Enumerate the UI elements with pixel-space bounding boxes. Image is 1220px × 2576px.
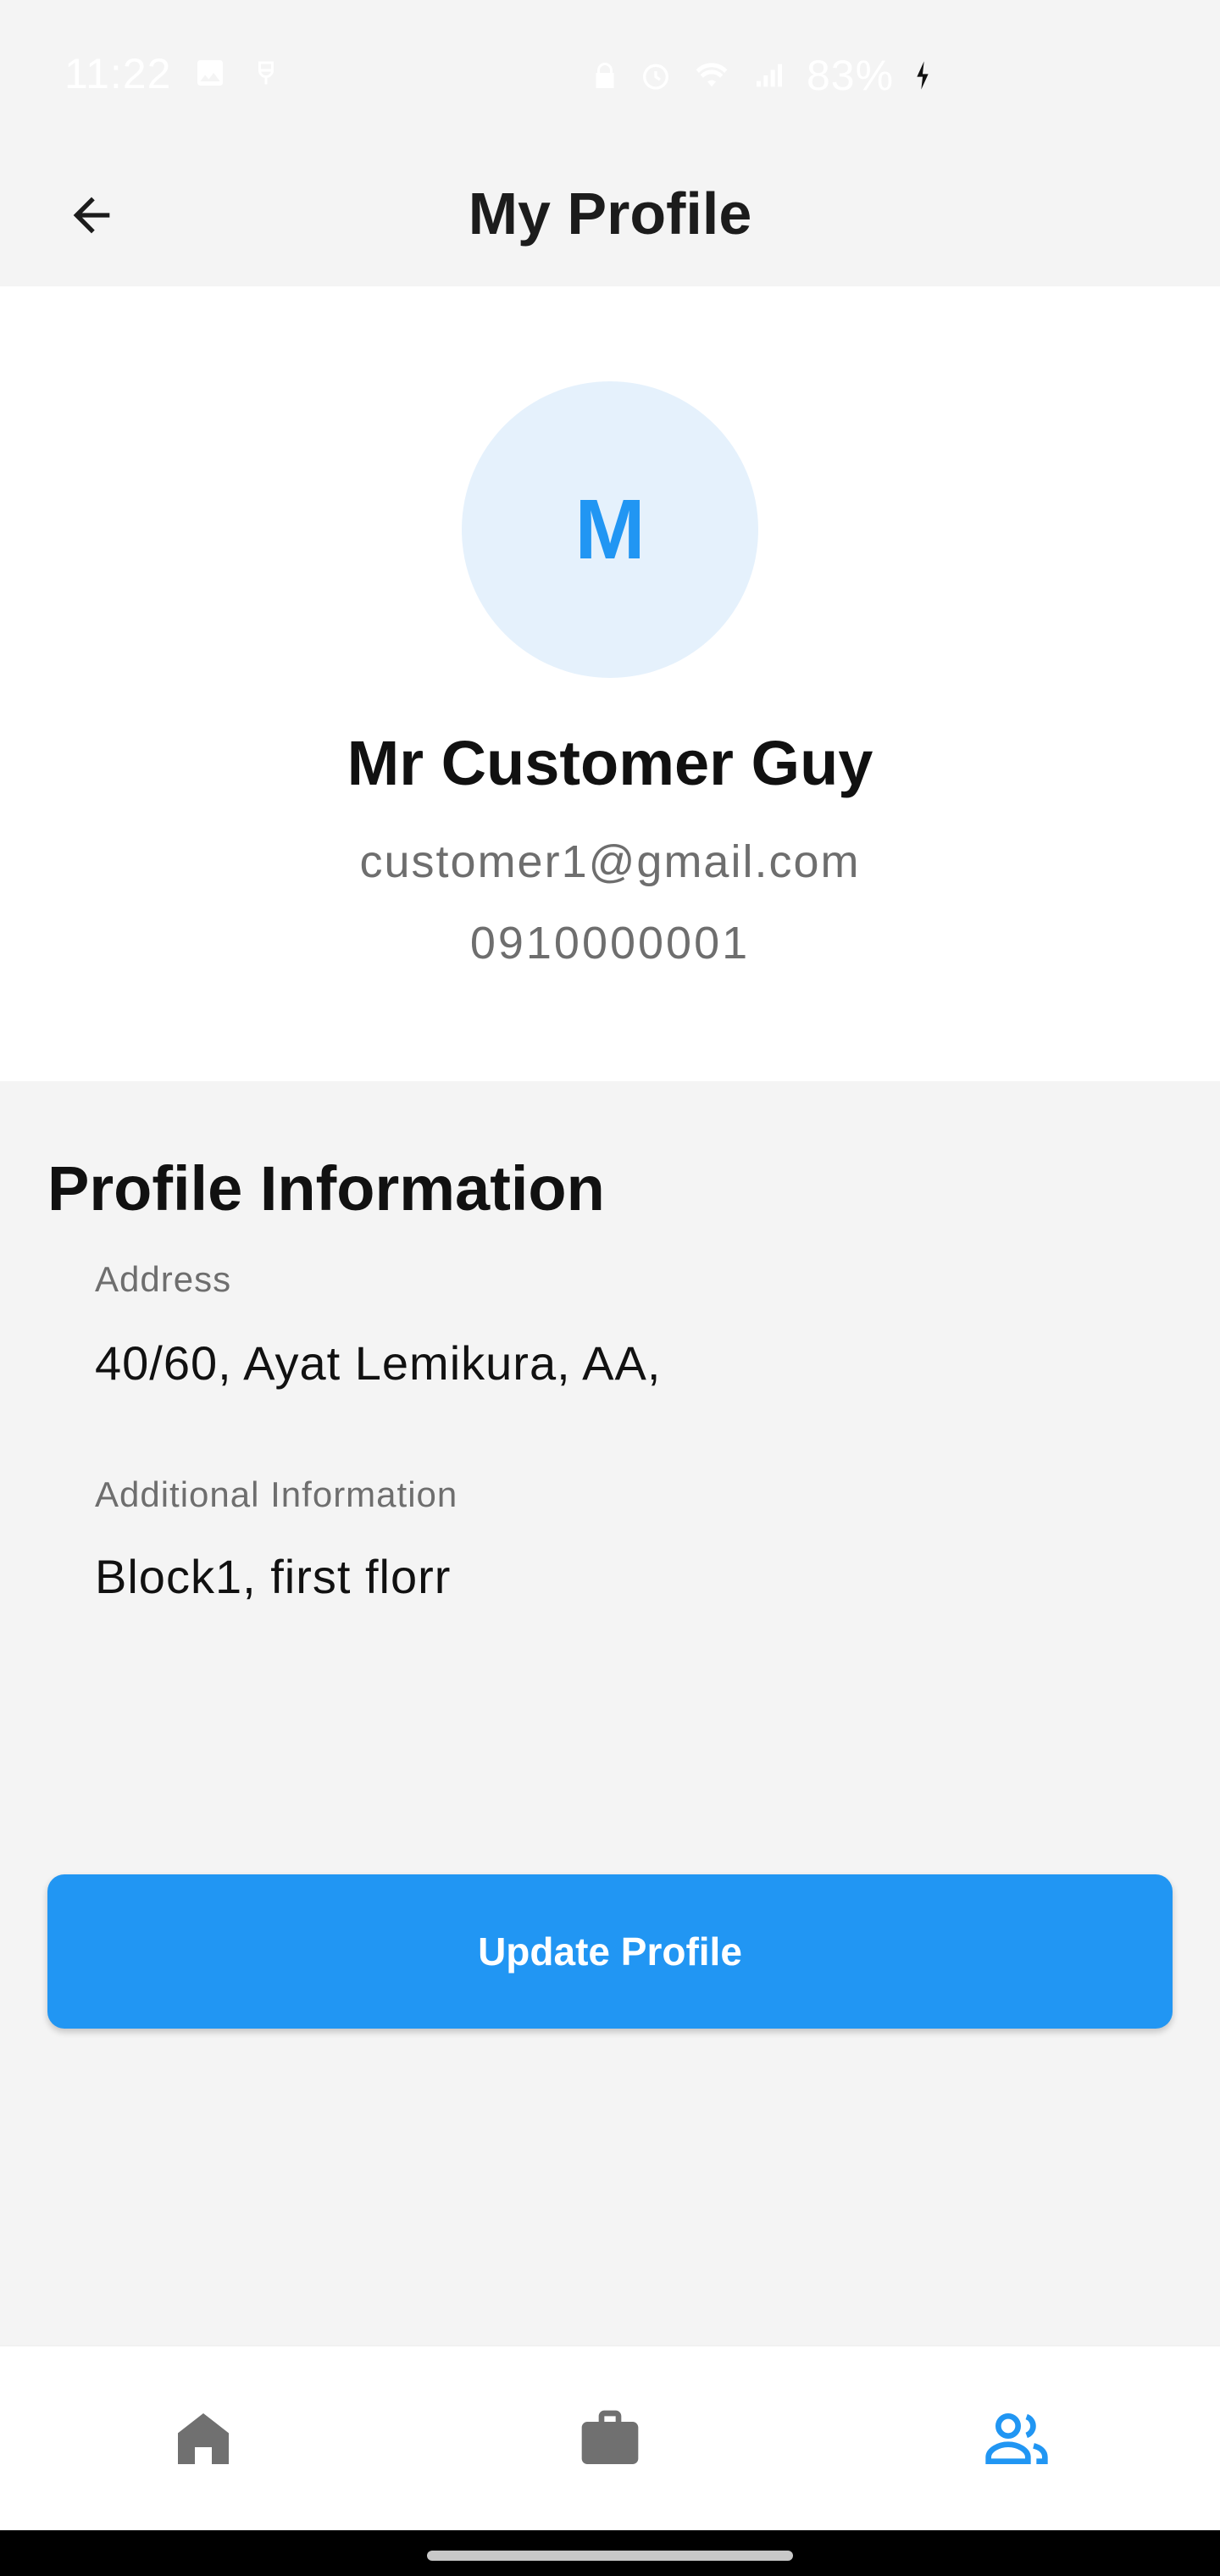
home-icon (178, 2413, 229, 2464)
additional-info-label: Additional Information (95, 1474, 458, 1514)
usb-icon (258, 61, 274, 85)
gesture-handle[interactable] (427, 2551, 793, 2561)
page-title: My Profile (468, 180, 752, 247)
status-notification-icons (193, 56, 281, 90)
nav-item-jobs[interactable] (407, 2346, 813, 2531)
avatar-initial: M (574, 481, 646, 577)
wifi-icon (696, 63, 728, 87)
briefcase-icon (581, 2410, 639, 2464)
profile-screen: 11:22 83% My Profile M Mr Customer Guy c… (0, 0, 1220, 2576)
charging-icon (917, 61, 929, 90)
status-bar: 11:22 83% (0, 0, 1220, 144)
avatar: M (462, 381, 758, 678)
address-value: 40/60, Ayat Lemikura, AA, (95, 1336, 662, 1390)
bottom-navigation (0, 2346, 1220, 2531)
profile-name: Mr Customer Guy (347, 728, 873, 798)
profile-phone: 0910000001 (469, 918, 751, 969)
profile-email: customer1@gmail.com (359, 836, 861, 887)
additional-info-value: Block1, first florr (95, 1550, 452, 1603)
lock-icon (596, 63, 614, 88)
nav-item-profile[interactable] (813, 2346, 1220, 2531)
alarm-icon (643, 64, 668, 90)
app-bar: My Profile (0, 144, 1220, 286)
gallery-icon (197, 60, 223, 86)
battery-percent: 83% (807, 52, 895, 99)
system-gesture-bar (0, 2530, 1220, 2576)
profile-header-card: M Mr Customer Guy customer1@gmail.com 09… (0, 286, 1220, 1081)
update-profile-button[interactable]: Update Profile (47, 1874, 1173, 2029)
signal-icon (757, 64, 782, 87)
nav-item-home[interactable] (0, 2346, 407, 2531)
people-icon (985, 2413, 1048, 2464)
status-time: 11:22 (64, 50, 172, 97)
address-label: Address (95, 1259, 232, 1299)
status-system-icons: 83% (590, 51, 933, 100)
section-title: Profile Information (47, 1153, 605, 1224)
